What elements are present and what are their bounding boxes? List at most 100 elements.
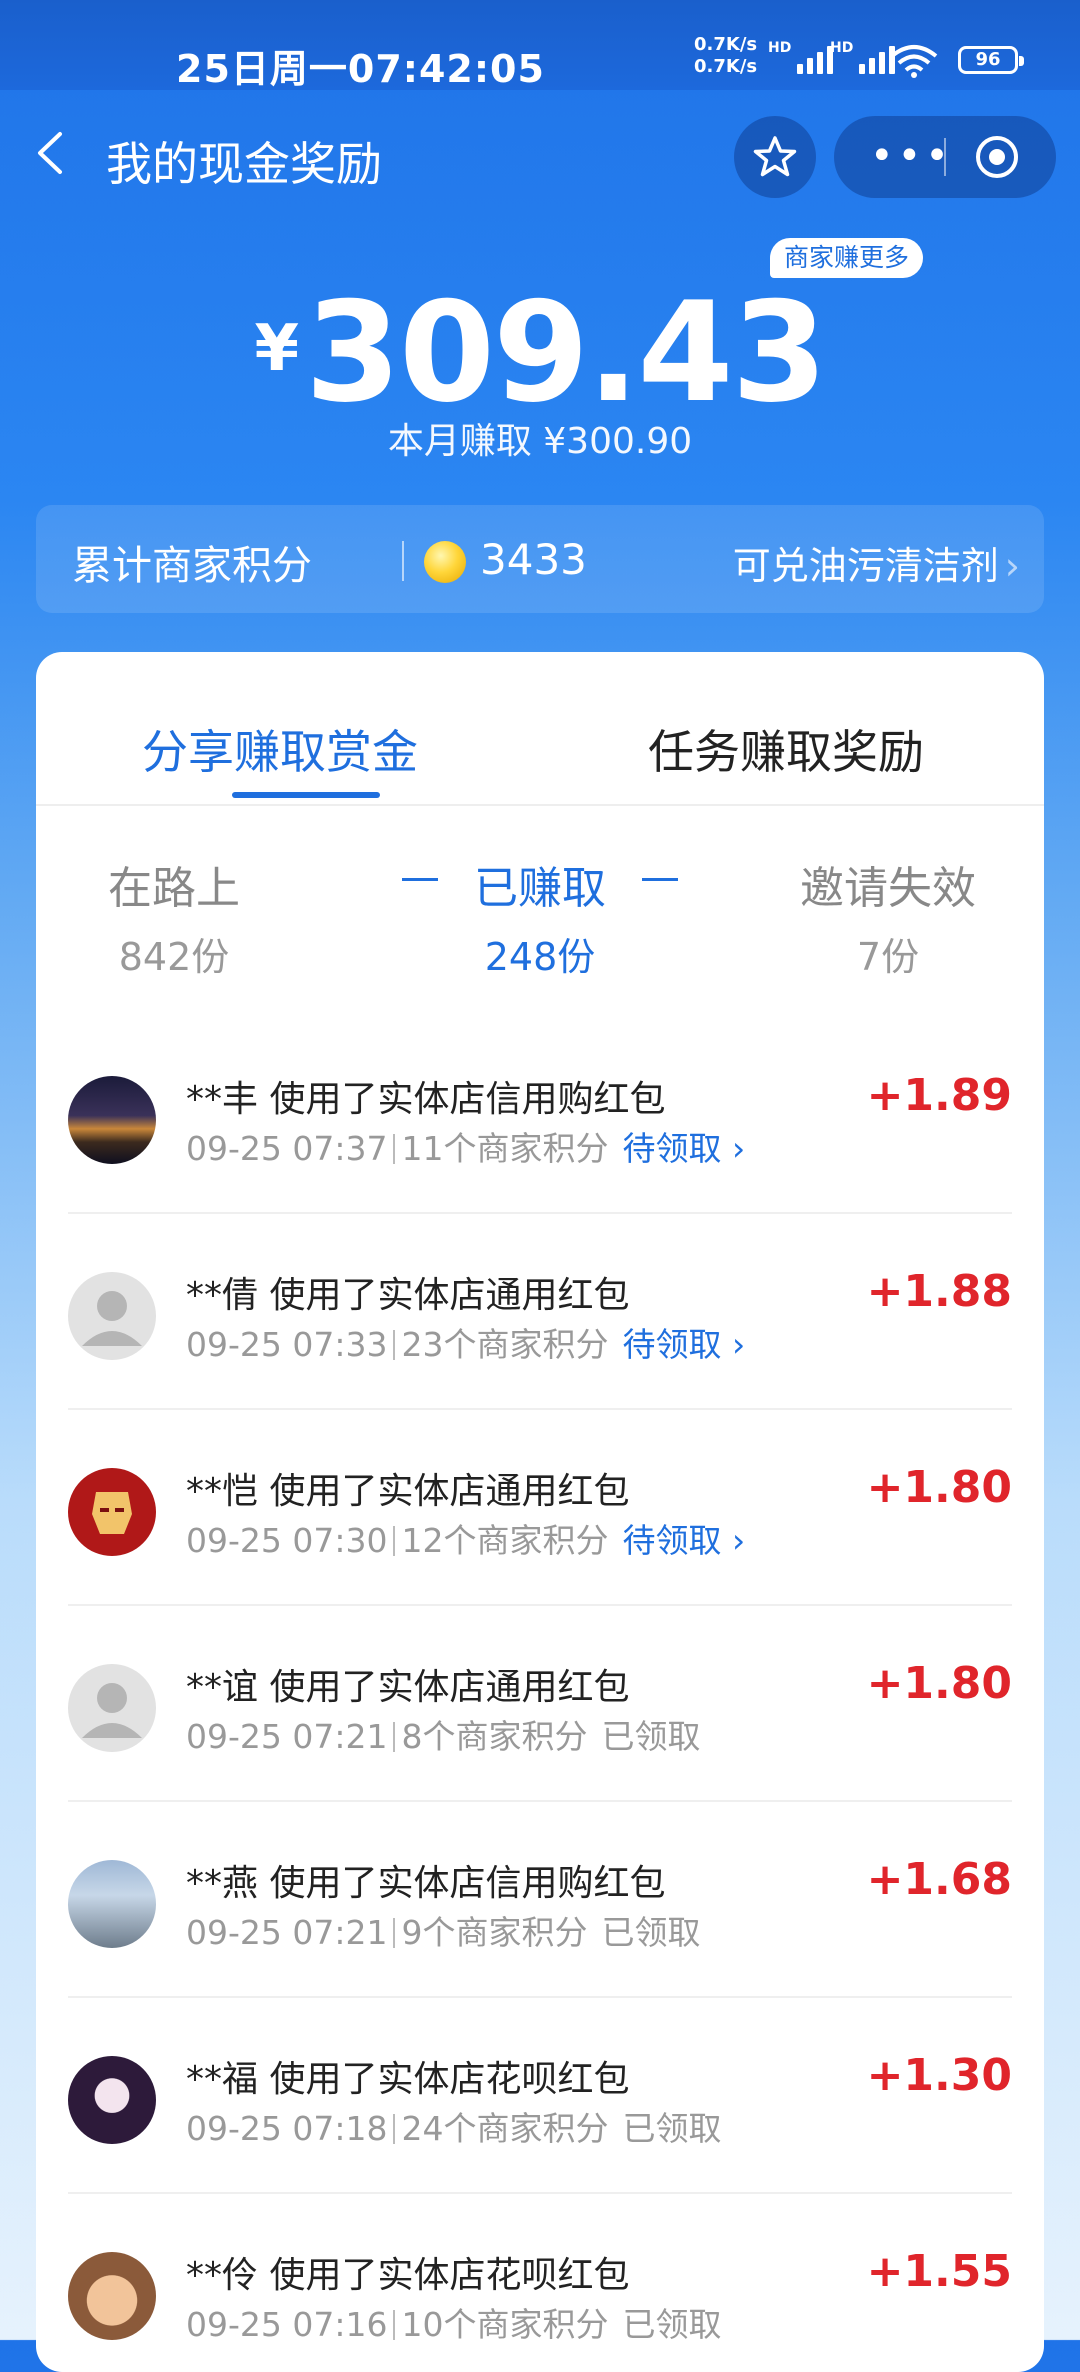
record-amount: +1.88 [866,1266,1012,1317]
record-time: 09-25 07:18 [186,2109,388,2148]
stat-label: 邀请失效 [800,863,976,914]
merchant-points-bar[interactable]: 累计商家积分 3433 可兑油污清洁剂 › [36,505,1044,613]
cash-balance: ¥309.43 [0,272,1080,433]
record-title: **谊 使用了实体店通用红包 [186,1667,630,1708]
record-status: 已领取 [622,2109,721,2148]
reward-record-row[interactable]: **丰 使用了实体店信用购红包 09-25 07:37 11个商家积分 待领取 › +1… [36,1018,1044,1214]
reward-record-row[interactable]: **恺 使用了实体店通用红包 09-25 07:30 12个商家积分 待领取 › +1.… [36,1410,1044,1606]
record-status-label: 待领取 [622,1129,722,1168]
redeem-link[interactable]: 可兑油污清洁剂 › [733,535,1020,590]
status-bar: 25日周一07:42:05 0.7K/s 0.7K/s HD HD 96 [0,0,1080,91]
claim-link[interactable]: 待领取 › [622,1325,745,1364]
battery-icon: 96 [958,46,1024,74]
record-status: 已领取 [601,1717,700,1756]
favorite-button[interactable] [734,116,816,198]
record-status-label: 已领取 [601,1717,701,1756]
record-title: **丰 使用了实体店信用购红包 [186,1079,666,1120]
stat-count: 248份 [484,935,596,979]
meta-separator [393,1722,396,1752]
record-title: **倩 使用了实体店通用红包 [186,1275,630,1316]
close-miniapp-icon[interactable] [974,134,1020,180]
record-points: 9个商家积分 [401,1913,588,1952]
record-status-label: 待领取 [622,1325,722,1364]
upload-speed: 0.7K/s [694,34,758,55]
page-title: 我的现金奖励 [106,137,382,191]
record-time: 09-25 07:16 [186,2305,388,2344]
rewards-card: 分享赚取赏金 任务赚取奖励 在路上 842份 已赚取 248份 邀请失效 7份 … [36,652,1044,2372]
anime-girl-avatar [68,2056,156,2144]
record-status-label: 已领取 [622,2109,722,2148]
default-user-avatar [68,1272,156,1360]
status-time: 25日周一07:42:05 [176,47,545,91]
wifi-icon [890,45,938,78]
record-points: 24个商家积分 [401,2109,609,2148]
record-points: 23个商家积分 [401,1325,609,1364]
signal-icon: HD [768,40,834,74]
meta-separator [393,1918,396,1948]
record-amount: +1.80 [866,1658,1012,1709]
city-night-avatar [68,1076,156,1164]
stat-invite-expired[interactable]: 邀请失效 7份 [738,852,1038,981]
record-title: **恺 使用了实体店通用红包 [186,1471,630,1512]
tab-divider [36,804,1044,806]
reward-record-row[interactable]: **福 使用了实体店花呗红包 09-25 07:18 24个商家积分 已领取 +1.30 [36,1998,1044,2194]
more-options-icon[interactable]: ••• [870,136,953,176]
meta-separator [393,2114,396,2144]
record-points: 10个商家积分 [401,2305,609,2344]
record-status-label: 待领取 [622,1521,722,1560]
capsule-divider [944,138,946,176]
record-status-label: 已领取 [601,1913,701,1952]
stat-on-the-way[interactable]: 在路上 842份 [36,852,324,981]
record-meta: 09-25 07:30 12个商家积分 待领取 › [186,1514,745,1562]
reward-record-row[interactable]: **伶 使用了实体店花呗红包 09-25 07:16 10个商家积分 已领取 +1.55 [36,2194,1044,2372]
reward-record-row[interactable]: **谊 使用了实体店通用红包 09-25 07:21 8个商家积分 已领取 +1.80 [36,1606,1044,1802]
record-title: **福 使用了实体店花呗红包 [186,2059,630,2100]
record-title: **燕 使用了实体店信用购红包 [186,1863,666,1904]
stat-dash-right [642,878,678,881]
record-amount: +1.68 [866,1854,1012,1905]
record-points: 11个商家积分 [401,1129,609,1168]
record-points: 8个商家积分 [401,1717,588,1756]
tab-task-reward[interactable]: 任务赚取奖励 [648,716,924,782]
record-time: 09-25 07:30 [186,1521,388,1560]
points-separator [402,541,404,581]
record-amount: +1.55 [866,2246,1012,2297]
chevron-right-icon: › [1004,544,1020,588]
signal-icon-2: HD [830,40,896,74]
claim-link[interactable]: 待领取 › [622,1129,745,1168]
coin-icon [424,541,466,583]
chevron-right-icon: › [721,1325,746,1364]
network-speed: 0.7K/s 0.7K/s [694,34,757,78]
back-arrow-icon[interactable] [30,130,76,176]
record-meta: 09-25 07:37 11个商家积分 待领取 › [186,1122,745,1170]
record-amount: +1.89 [866,1070,1012,1121]
tab-share-bounty[interactable]: 分享赚取赏金 [142,716,418,782]
stat-earned[interactable]: 已赚取 248份 [390,852,690,981]
balance-amount: 309.43 [305,272,828,433]
redeem-label: 可兑油污清洁剂 [732,544,999,588]
miniapp-capsule: ••• [834,116,1056,198]
chevron-right-icon: › [721,1521,746,1560]
nav-bar: 我的现金奖励 ••• [0,90,1080,220]
record-status-label: 已领取 [622,2305,722,2344]
reward-record-row[interactable]: **燕 使用了实体店信用购红包 09-25 07:21 9个商家积分 已领取 +1.68 [36,1802,1044,1998]
points-label: 累计商家积分 [72,543,312,589]
points-value: 3433 [480,535,587,584]
stat-count: 7份 [856,935,920,979]
reward-record-row[interactable]: **倩 使用了实体店通用红包 09-25 07:33 23个商家积分 待领取 › +1.… [36,1214,1044,1410]
meta-separator [393,1330,396,1360]
record-amount: +1.80 [866,1462,1012,1513]
meta-separator [393,1526,396,1556]
record-meta: 09-25 07:16 10个商家积分 已领取 [186,2298,721,2346]
record-status: 已领取 [601,1913,700,1952]
record-meta: 09-25 07:33 23个商家积分 待领取 › [186,1318,745,1366]
record-time: 09-25 07:37 [186,1129,388,1168]
stat-label: 在路上 [108,863,240,914]
baby-photo-avatar [68,2252,156,2340]
record-points: 12个商家积分 [401,1521,609,1560]
claim-link[interactable]: 待领取 › [622,1521,745,1560]
stat-count: 842份 [118,935,230,979]
active-tab-indicator [232,792,380,798]
default-user-avatar [68,1664,156,1752]
city-tower-avatar [68,1860,156,1948]
